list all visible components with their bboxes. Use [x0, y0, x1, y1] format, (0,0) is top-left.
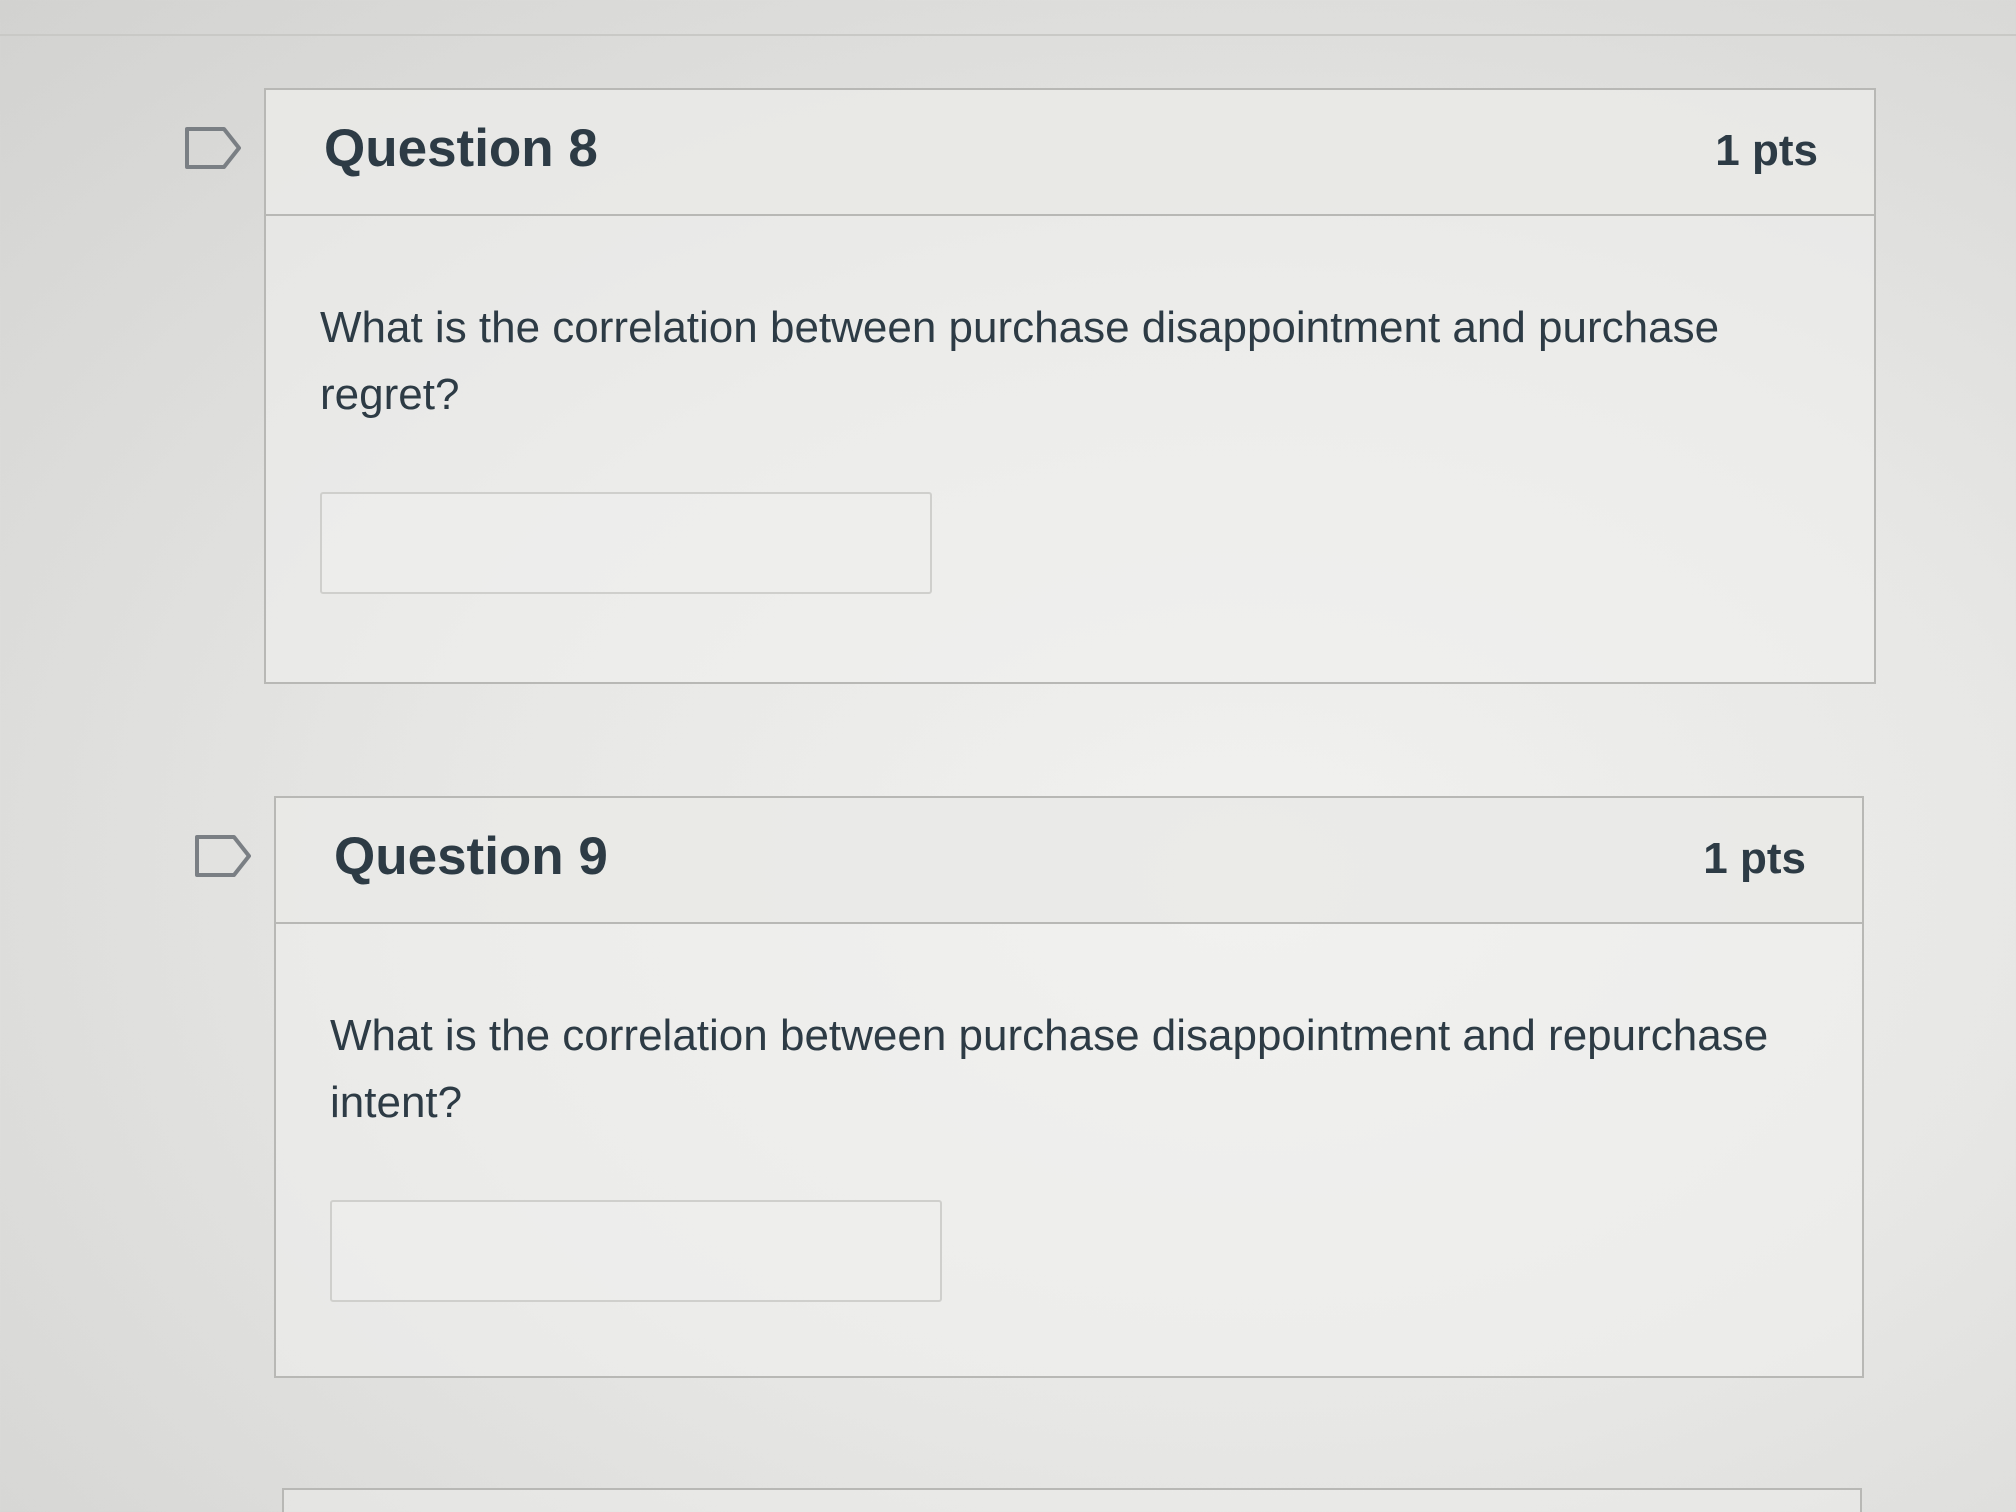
question-8-header: Question 8 1 pts: [266, 90, 1874, 216]
flag-question-8-icon[interactable]: [184, 126, 242, 170]
question-points: 1 pts: [1703, 834, 1806, 883]
next-question-card-edge: [282, 1488, 1862, 1512]
question-title: Question 8: [324, 119, 598, 178]
question-text: What is the correlation between purchase…: [330, 1011, 1769, 1127]
question-text: What is the correlation between purchase…: [320, 303, 1720, 419]
question-8-card: Question 8 1 pts What is the correlation…: [264, 88, 1876, 684]
answer-input[interactable]: [320, 492, 932, 594]
answer-input[interactable]: [330, 1200, 942, 1302]
question-9-header: Question 9 1 pts: [276, 798, 1862, 924]
page-divider: [0, 34, 2016, 36]
question-title: Question 9: [334, 827, 608, 886]
question-9-card: Question 9 1 pts What is the correlation…: [274, 796, 1864, 1378]
question-points: 1 pts: [1715, 126, 1818, 175]
flag-question-9-icon[interactable]: [194, 834, 252, 878]
